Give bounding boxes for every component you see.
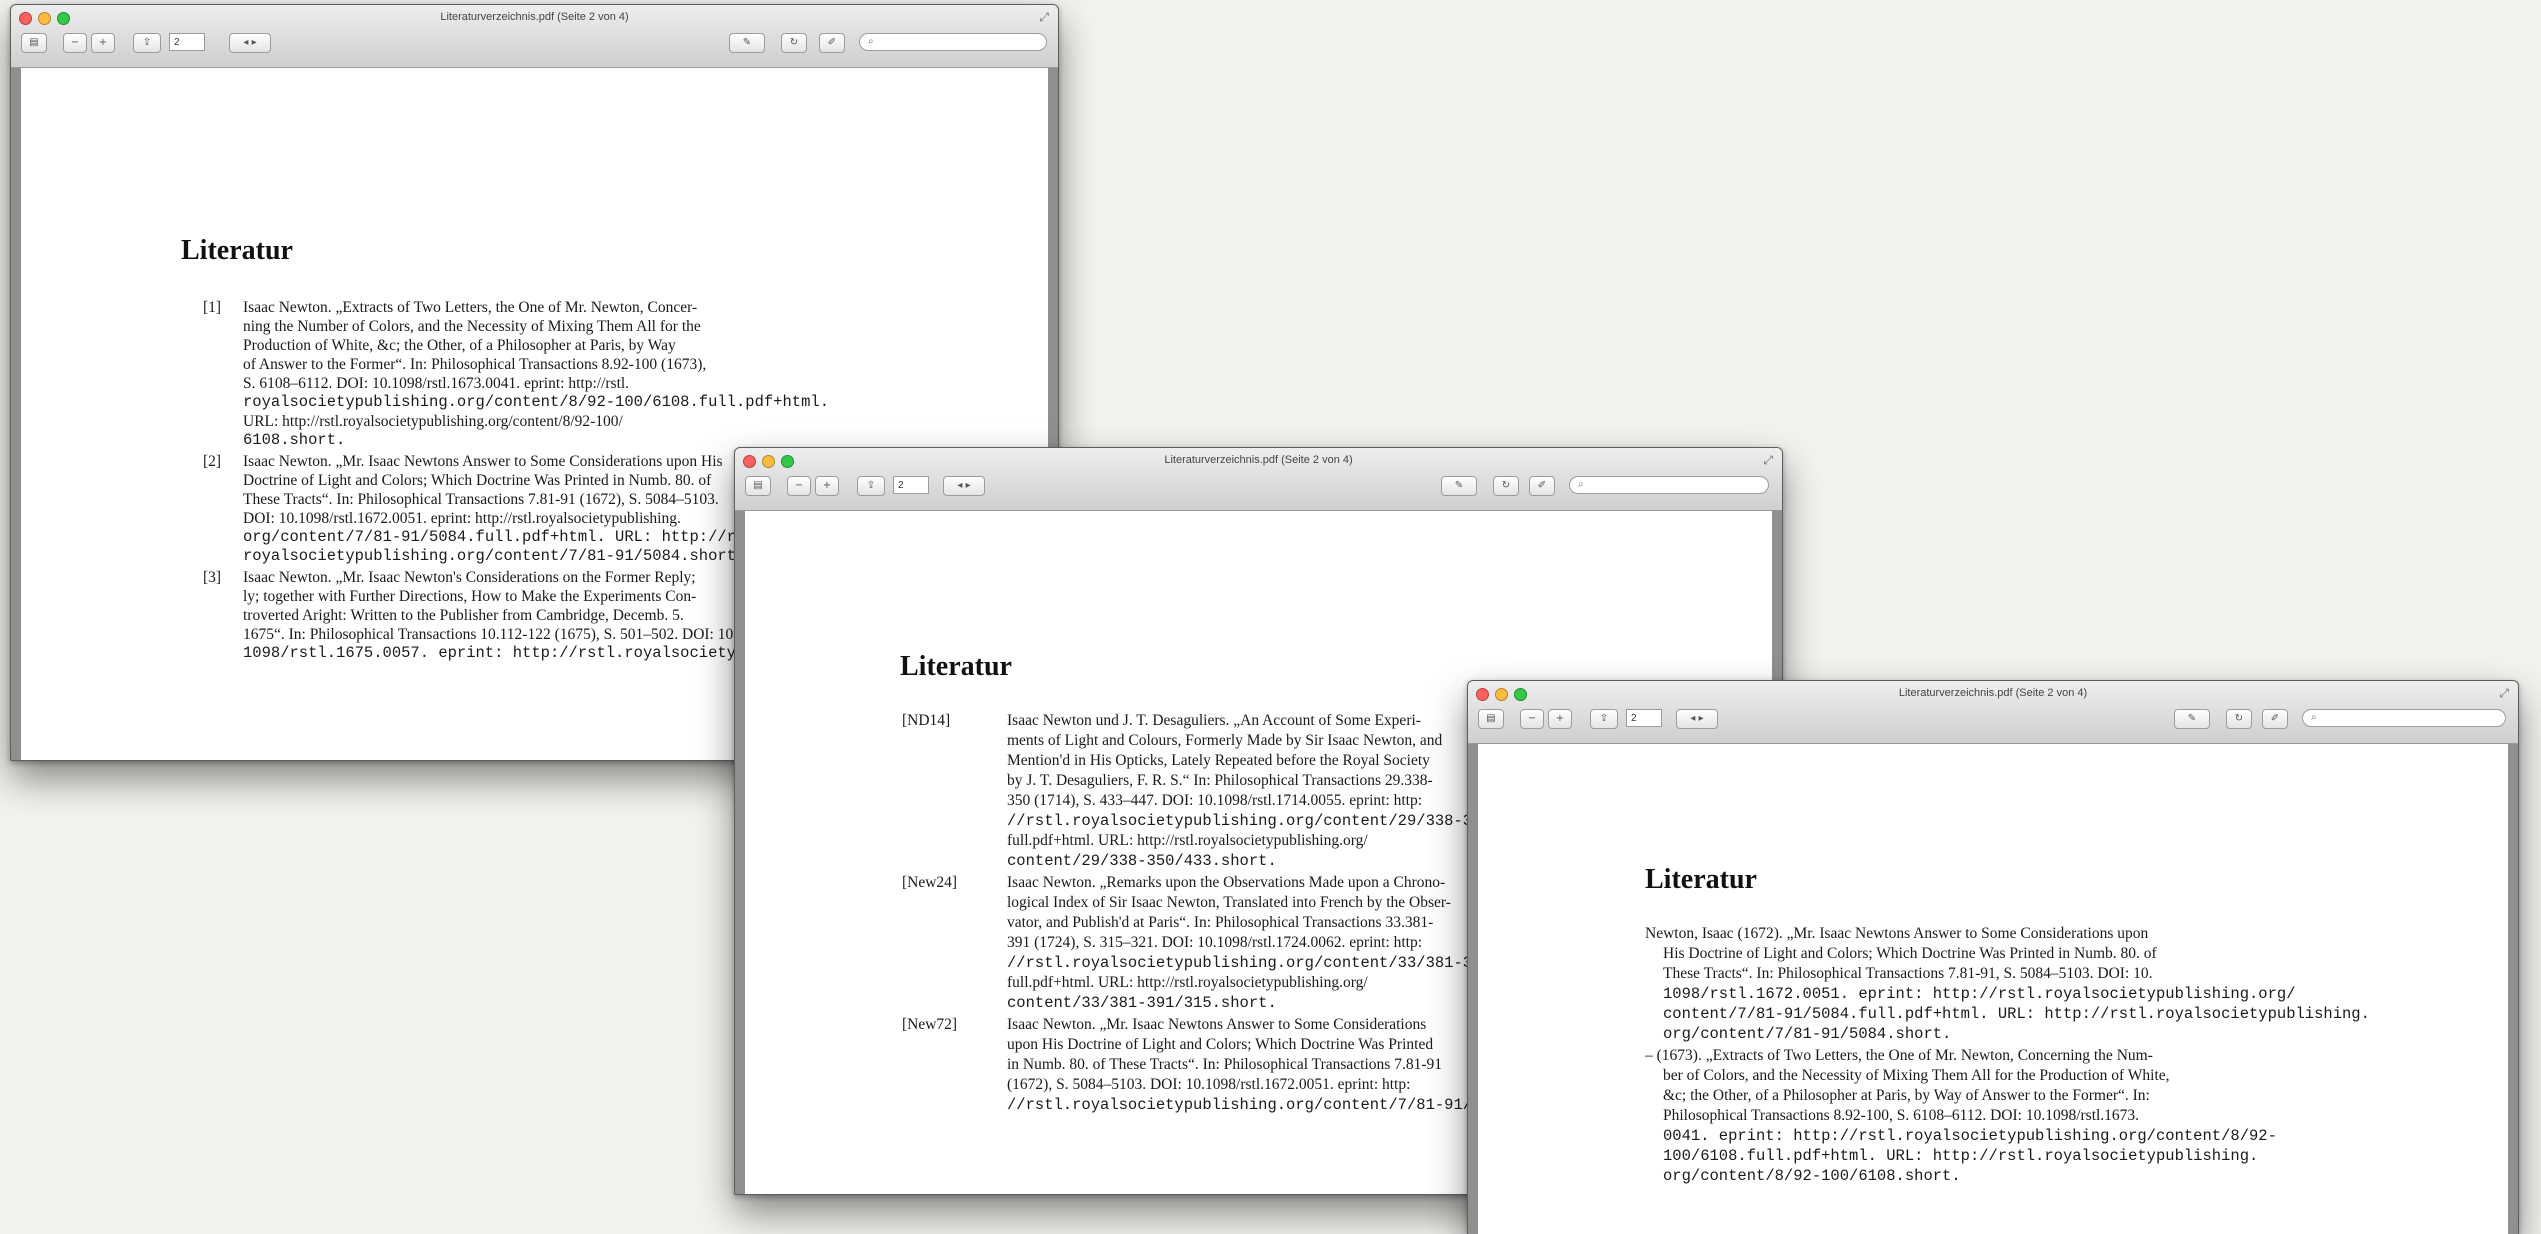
share-icon[interactable]: ⇪ [1590,709,1618,729]
pencil-icon[interactable]: ✎ [2174,709,2210,729]
entry-line: org/content/7/81-91/5084.short. [1663,1025,1952,1043]
entry-line: org/content/8/92-100/6108.short. [1663,1167,1961,1185]
share-icon[interactable]: ⇪ [857,476,885,496]
window-titlebar[interactable]: Literaturverzeichnis.pdf (Seite 2 von 4)… [735,448,1782,511]
page-heading: Literatur [900,651,1012,682]
rotate-icon[interactable]: ↻ [2226,709,2252,729]
window-titlebar[interactable]: Literaturverzeichnis.pdf (Seite 2 von 4)… [1468,681,2518,744]
prev-next-icon[interactable]: ◂ ▸ [229,33,271,53]
entry-line: S. 6108–6112. DOI: 10.1098/rstl.1673.004… [243,375,630,392]
entry-line: These Tracts“. In: Philosophical Transac… [1663,965,2153,982]
entry-line: Philosophical Transactions 8.92-100, S. … [1663,1107,2140,1124]
zoom-in-icon[interactable]: + [1548,709,1572,729]
edit-icon[interactable]: ✐ [2262,709,2288,729]
page-heading: Literatur [1645,864,1757,895]
list-item: [1] Isaac Newton. „Extracts of Two Lette… [203,298,943,450]
pencil-icon[interactable]: ✎ [1441,476,1477,496]
entry-label: [New72] [902,1016,958,1033]
entry-label: [2] [203,453,222,470]
edit-icon[interactable]: ✐ [819,33,845,53]
rotate-icon[interactable]: ↻ [781,33,807,53]
entry-line: Production of White, &c; the Other, of a… [243,337,676,354]
search-icon: ⌕ [1578,479,1584,490]
window-title: Literaturverzeichnis.pdf (Seite 2 von 4) [440,11,629,23]
list-item: – (1673). „Extracts of Two Letters, the … [1645,1046,2505,1186]
entry-label: [1] [203,299,222,316]
prev-next-icon[interactable]: ◂ ▸ [1676,709,1718,729]
sidebar-icon[interactable]: ▤ [745,476,771,496]
toolbar: ▤ − + ⇪ 2 ◂ ▸ ✎ ↻ ✐ ⌕ [1468,709,2518,735]
zoom-out-icon[interactable]: − [63,33,87,53]
window-titlebar[interactable]: Literaturverzeichnis.pdf (Seite 2 von 4)… [11,5,1058,68]
entry-line: of Answer to the Former“. In: Philosophi… [243,356,707,373]
toolbar: ▤ − + ⇪ 2 ◂ ▸ ✎ ↻ ✐ ⌕ [735,476,1782,502]
zoom-out-icon[interactable]: − [1520,709,1544,729]
window-title: Literaturverzeichnis.pdf (Seite 2 von 4) [1898,687,2088,699]
share-icon[interactable]: ⇪ [133,33,161,53]
search-field[interactable]: ⌕ [1569,476,1769,494]
search-icon: ⌕ [2311,712,2317,723]
list-item: Newton, Isaac (1672). „Mr. Isaac Newtons… [1645,924,2505,1044]
entry-line: – (1673). „Extracts of Two Letters, the … [1645,1047,2153,1064]
entry-label: [ND14] [902,712,951,729]
entry-line: His Doctrine of Light and Colors; Which … [1663,945,2157,962]
toolbar: ▤ − + ⇪ 2 ◂ ▸ ✎ ↻ ✐ ⌕ [11,33,1058,59]
entry-line: ning the Number of Colors, and the Neces… [243,318,701,335]
pdf-page: Literatur Newton, Isaac (1672). „Mr. Isa… [1478,744,2508,1234]
entry-line: 0041. eprint: http://rstl.royalsocietypu… [1663,1127,2277,1145]
page-number-field[interactable]: 2 [169,33,205,51]
page-number-field[interactable]: 2 [1626,709,1662,727]
entry-line: royalsocietypublishing.org/content/8/92-… [243,393,829,411]
fullscreen-icon[interactable]: ⤢ [1763,453,1773,468]
entry-line: &c; the Other, of a Philosopher at Paris… [1663,1087,2150,1104]
search-field[interactable]: ⌕ [2302,709,2506,727]
rotate-icon[interactable]: ↻ [1493,476,1519,496]
page-heading: Literatur [181,235,293,266]
sidebar-icon[interactable]: ▤ [1478,709,1504,729]
entry-line: ber of Colors, and the Necessity of Mixi… [1663,1067,2170,1084]
fullscreen-icon[interactable]: ⤢ [2499,686,2509,701]
entry-line: URL: http://rstl.royalsocietypublishing.… [243,413,623,430]
search-icon: ⌕ [868,36,874,47]
pencil-icon[interactable]: ✎ [729,33,765,53]
sidebar-icon[interactable]: ▤ [21,33,47,53]
entry-line: Isaac Newton. „Extracts of Two Letters, … [243,299,698,316]
prev-next-icon[interactable]: ◂ ▸ [943,476,985,496]
zoom-in-icon[interactable]: + [815,476,839,496]
search-field[interactable]: ⌕ [859,33,1047,51]
zoom-out-icon[interactable]: − [787,476,811,496]
bibliography-list: Newton, Isaac (1672). „Mr. Isaac Newtons… [1645,924,2505,1186]
preview-window-3: Literaturverzeichnis.pdf (Seite 2 von 4)… [1467,680,2519,1234]
entry-label: [New24] [902,874,958,891]
entry-line: Newton, Isaac (1672). „Mr. Isaac Newtons… [1645,925,2149,942]
zoom-in-icon[interactable]: + [91,33,115,53]
entry-label: [3] [203,569,222,586]
entry-line: 1098/rstl.1672.0051. eprint: http://rstl… [1663,985,2296,1003]
entry-line: content/7/81-91/5084.full.pdf+html. URL:… [1663,1005,2370,1023]
edit-icon[interactable]: ✐ [1529,476,1555,496]
fullscreen-icon[interactable]: ⤢ [1039,10,1049,25]
page-number-field[interactable]: 2 [893,476,929,494]
entry-line: 100/6108.full.pdf+html. URL: http://rstl… [1663,1147,2259,1165]
window-title: Literaturverzeichnis.pdf (Seite 2 von 4) [1164,454,1353,466]
